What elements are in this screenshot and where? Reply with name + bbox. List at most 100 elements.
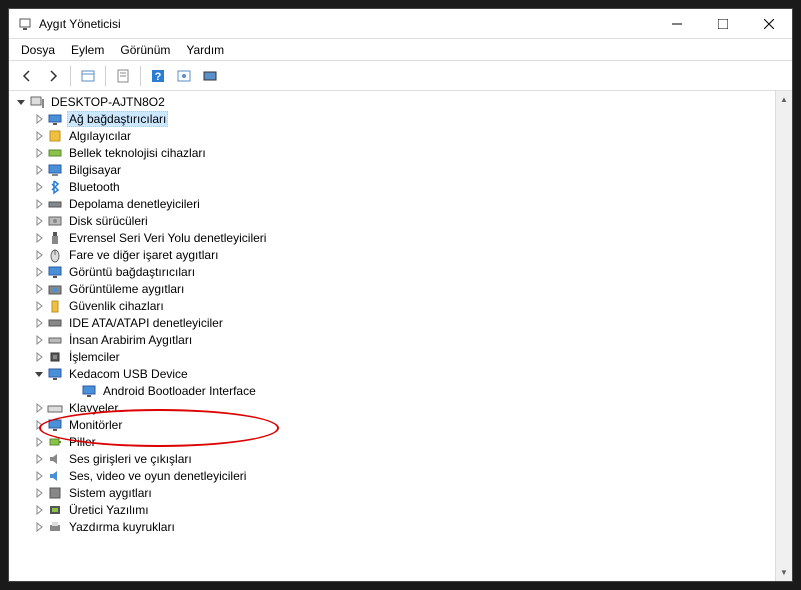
tree-item[interactable]: Algılayıcılar	[9, 127, 775, 144]
expand-icon[interactable]	[31, 315, 47, 331]
show-hide-button[interactable]	[76, 64, 100, 88]
storage-icon	[47, 196, 63, 212]
tree-item-label: Bilgisayar	[67, 163, 123, 177]
expand-icon[interactable]	[31, 434, 47, 450]
expand-icon[interactable]	[31, 128, 47, 144]
keyboard-icon	[47, 400, 63, 416]
expand-icon[interactable]	[31, 417, 47, 433]
toolbar-separator	[105, 66, 106, 86]
collapse-icon[interactable]	[31, 366, 47, 382]
scroll-track[interactable]	[776, 108, 792, 564]
tree-item-label: Kedacom USB Device	[67, 367, 190, 381]
tree-item[interactable]: Görüntüleme aygıtları	[9, 280, 775, 297]
tree-item[interactable]: Evrensel Seri Veri Yolu denetleyicileri	[9, 229, 775, 246]
tree-item[interactable]: Klavyeler	[9, 399, 775, 416]
tree-item-label: Bluetooth	[67, 180, 122, 194]
tree-item-label: Depolama denetleyicileri	[67, 197, 202, 211]
expand-icon[interactable]	[31, 213, 47, 229]
app-icon	[17, 16, 33, 32]
expand-icon[interactable]	[31, 162, 47, 178]
expand-icon[interactable]	[31, 145, 47, 161]
hid-icon	[47, 332, 63, 348]
menu-action[interactable]: Eylem	[63, 41, 112, 59]
tree-item[interactable]: DESKTOP-AJTN8O2	[9, 93, 775, 110]
tree-item[interactable]: Ses, video ve oyun denetleyicileri	[9, 467, 775, 484]
tree-item[interactable]: Android Bootloader Interface	[9, 382, 775, 399]
expand-icon[interactable]	[31, 519, 47, 535]
expand-icon[interactable]	[31, 230, 47, 246]
tree-item-label: Görüntüleme aygıtları	[67, 282, 186, 296]
tree-item[interactable]: İnsan Arabirim Aygıtları	[9, 331, 775, 348]
expand-icon[interactable]	[65, 383, 81, 399]
expand-icon[interactable]	[31, 264, 47, 280]
device-tree[interactable]: DESKTOP-AJTN8O2Ağ bağdaştırıcılarıAlgıla…	[9, 91, 775, 581]
tree-item[interactable]: Bilgisayar	[9, 161, 775, 178]
tree-item[interactable]: Monitörler	[9, 416, 775, 433]
expand-icon[interactable]	[31, 400, 47, 416]
toolbar-separator	[140, 66, 141, 86]
memory-icon	[47, 145, 63, 161]
help-button[interactable]: ?	[146, 64, 170, 88]
scan-button[interactable]	[172, 64, 196, 88]
tree-item-label: Monitörler	[67, 418, 124, 432]
tree-item-label: İnsan Arabirim Aygıtları	[67, 333, 194, 347]
tree-item-label: IDE ATA/ATAPI denetleyiciler	[67, 316, 225, 330]
expand-icon[interactable]	[31, 349, 47, 365]
tree-item[interactable]: Üretici Yazılımı	[9, 501, 775, 518]
tree-item[interactable]: Bellek teknolojisi cihazları	[9, 144, 775, 161]
tree-item[interactable]: Disk sürücüleri	[9, 212, 775, 229]
menu-help[interactable]: Yardım	[178, 41, 232, 59]
tree-item[interactable]: Kedacom USB Device	[9, 365, 775, 382]
collapse-icon[interactable]	[13, 94, 29, 110]
tree-item[interactable]: IDE ATA/ATAPI denetleyiciler	[9, 314, 775, 331]
tree-item[interactable]: Görüntü bağdaştırıcıları	[9, 263, 775, 280]
scroll-down-button[interactable]: ▼	[776, 564, 792, 581]
tree-item[interactable]: Piller	[9, 433, 775, 450]
maximize-button[interactable]	[700, 9, 746, 38]
expand-icon[interactable]	[31, 485, 47, 501]
minimize-button[interactable]	[654, 9, 700, 38]
tree-item-label: Klavyeler	[67, 401, 120, 415]
tree-item[interactable]: Sistem aygıtları	[9, 484, 775, 501]
window-controls	[654, 9, 792, 38]
menu-view[interactable]: Görünüm	[112, 41, 178, 59]
mouse-icon	[47, 247, 63, 263]
monitor-icon	[81, 383, 97, 399]
tree-item[interactable]: Yazdırma kuyrukları	[9, 518, 775, 535]
expand-icon[interactable]	[31, 502, 47, 518]
forward-button[interactable]	[41, 64, 65, 88]
tree-item-label: İşlemciler	[67, 350, 122, 364]
tree-item[interactable]: Güvenlik cihazları	[9, 297, 775, 314]
tree-item-label: Üretici Yazılımı	[67, 503, 151, 517]
sound-icon	[47, 468, 63, 484]
view-button[interactable]	[198, 64, 222, 88]
svg-text:?: ?	[155, 71, 162, 83]
vertical-scrollbar[interactable]: ▲ ▼	[775, 91, 792, 581]
expand-icon[interactable]	[31, 196, 47, 212]
camera-icon	[47, 281, 63, 297]
properties-button[interactable]	[111, 64, 135, 88]
menu-file[interactable]: Dosya	[13, 41, 63, 59]
expand-icon[interactable]	[31, 179, 47, 195]
close-button[interactable]	[746, 9, 792, 38]
expand-icon[interactable]	[31, 298, 47, 314]
expand-icon[interactable]	[31, 451, 47, 467]
tree-item[interactable]: Ağ bağdaştırıcıları	[9, 110, 775, 127]
tree-item[interactable]: Ses girişleri ve çıkışları	[9, 450, 775, 467]
audio-icon	[47, 451, 63, 467]
expand-icon[interactable]	[31, 111, 47, 127]
back-button[interactable]	[15, 64, 39, 88]
expand-icon[interactable]	[31, 247, 47, 263]
bluetooth-icon	[47, 179, 63, 195]
expand-icon[interactable]	[31, 332, 47, 348]
expand-icon[interactable]	[31, 468, 47, 484]
titlebar[interactable]: Aygıt Yöneticisi	[9, 9, 792, 39]
tree-item[interactable]: Fare ve diğer işaret aygıtları	[9, 246, 775, 263]
tree-item[interactable]: İşlemciler	[9, 348, 775, 365]
tree-item[interactable]: Bluetooth	[9, 178, 775, 195]
computer-icon	[47, 162, 63, 178]
network-icon	[47, 111, 63, 127]
expand-icon[interactable]	[31, 281, 47, 297]
scroll-up-button[interactable]: ▲	[776, 91, 792, 108]
tree-item[interactable]: Depolama denetleyicileri	[9, 195, 775, 212]
